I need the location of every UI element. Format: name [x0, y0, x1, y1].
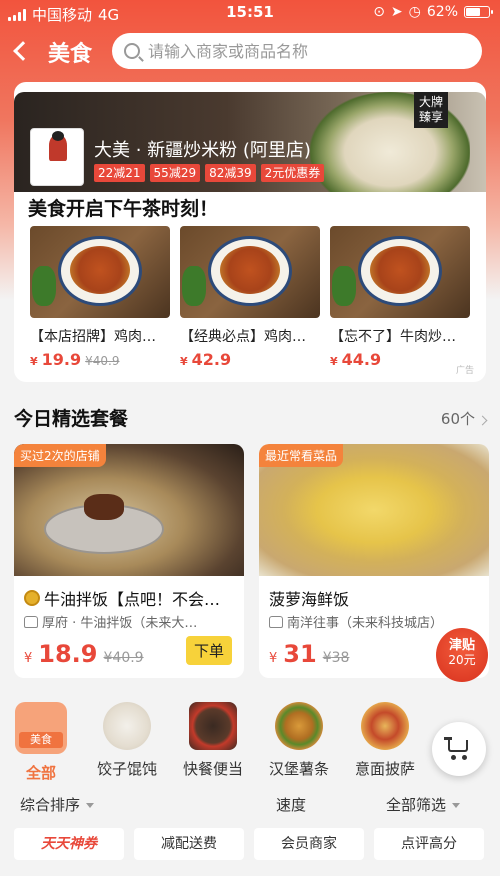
- dish-item[interactable]: 【经典必点】鸡肉… ¥42.9: [180, 226, 320, 369]
- dish-item[interactable]: 【本店招牌】鸡肉… ¥19.9 ¥40.9: [30, 226, 170, 369]
- meal-old-price: ¥38: [322, 650, 350, 666]
- category-dumplings[interactable]: 饺子馄饨: [92, 702, 162, 779]
- back-button[interactable]: [10, 38, 34, 66]
- caret-down-icon: [452, 803, 461, 808]
- search-icon: [124, 43, 140, 59]
- dish-image: [180, 226, 320, 318]
- coupon-tag: 2元优惠券: [260, 164, 325, 182]
- coupon-tag: 22减21: [94, 164, 145, 182]
- meal-card[interactable]: 买过2次的店铺 牛油拌饭【点吧！不会… 厚府 · 牛油拌饭（未来大… ¥18.9…: [14, 444, 244, 678]
- filter-chip-rating[interactable]: 点评高分: [374, 828, 484, 860]
- section-more-link[interactable]: 60个: [441, 408, 488, 429]
- category-burger[interactable]: 汉堡薯条: [264, 702, 334, 779]
- meal-name: 牛油拌饭【点吧！不会…: [24, 586, 220, 610]
- subsidy-badge[interactable]: 津贴 20元: [436, 628, 488, 682]
- search-input[interactable]: [148, 41, 448, 61]
- category-all[interactable]: 美食 全部: [6, 702, 76, 783]
- store-logo: [30, 128, 84, 186]
- nav-bar: 美食: [0, 32, 500, 72]
- back-arrow-icon: [13, 41, 33, 61]
- battery-percent: 62%: [426, 4, 458, 20]
- dish-name: 【经典必点】鸡肉…: [180, 329, 306, 345]
- meal-shop: 南洋往事（未来科技城店）: [269, 612, 443, 631]
- store-banner[interactable]: 大牌臻享 大美 · 新疆炒米粉 (阿里店) 22减21 55减29 82减39 …: [14, 92, 486, 202]
- coupon-tag: 82减39: [205, 164, 256, 182]
- meal-shop: 厚府 · 牛油拌饭（未来大…: [24, 612, 197, 631]
- category-row: 美食 全部 饺子馄饨 快餐便当 汉堡薯条 意面披萨: [0, 702, 500, 782]
- filter-chip-coupon[interactable]: 天天神券: [14, 828, 124, 860]
- caret-down-icon: [86, 803, 95, 808]
- category-pizza[interactable]: 意面披萨: [350, 702, 420, 779]
- promo-card[interactable]: 大牌臻享 大美 · 新疆炒米粉 (阿里店) 22减21 55减29 82减39 …: [14, 82, 486, 382]
- brand-badge: 大牌臻享: [414, 92, 448, 128]
- location-icon: ➤: [390, 4, 403, 20]
- dish-price: ¥44.9: [330, 350, 382, 369]
- sort-bar: 综合排序 速度 全部筛选: [0, 794, 500, 818]
- page-title: 美食: [48, 42, 93, 67]
- filter-chip-delivery[interactable]: 减配送费: [134, 828, 244, 860]
- dish-price: ¥19.9 ¥40.9: [30, 350, 120, 369]
- bento-icon: [189, 702, 237, 750]
- chevron-right-icon: [477, 415, 488, 426]
- section-title: 今日精选套餐: [14, 408, 129, 430]
- food-all-icon: 美食: [15, 702, 67, 754]
- dish-image: [30, 226, 170, 318]
- cart-button[interactable]: [432, 722, 486, 776]
- ad-label: 广告: [455, 366, 474, 376]
- shop-icon: [24, 615, 38, 628]
- burger-icon: [275, 702, 323, 750]
- sort-filter[interactable]: 全部筛选: [386, 794, 461, 815]
- alarm-icon: ◷: [408, 4, 421, 20]
- status-bar: 中国移动 4G 15:51 ⊙ ➤ ◷ 62%: [0, 0, 500, 26]
- lock-rotation-icon: ⊙: [373, 4, 385, 20]
- battery-icon: [464, 6, 493, 18]
- dish-list: 【本店招牌】鸡肉… ¥19.9 ¥40.9 【经典必点】鸡肉… ¥42.9 【忘…: [30, 226, 470, 369]
- sort-speed[interactable]: 速度: [276, 794, 306, 815]
- dish-item[interactable]: 【忘不了】牛肉炒… ¥44.9: [330, 226, 470, 369]
- dish-name: 【本店招牌】鸡肉…: [30, 329, 156, 345]
- meal-old-price: ¥40.9: [103, 650, 144, 666]
- meal-price: ¥18.9 ¥40.9: [24, 640, 144, 668]
- dish-image: [330, 226, 470, 318]
- search-bar[interactable]: [112, 33, 482, 69]
- filter-chips: 天天神券 减配送费 会员商家 点评高分: [14, 828, 484, 860]
- pizza-icon: [361, 702, 409, 750]
- category-bento[interactable]: 快餐便当: [178, 702, 248, 779]
- meal-name: 菠萝海鲜饭: [269, 590, 350, 609]
- list-start: [0, 876, 500, 888]
- coupon-tags: 22减21 55减29 82减39 2元优惠券: [94, 164, 325, 182]
- promo-headline: 美食开启下午茶时刻！: [28, 198, 219, 220]
- shop-icon: [269, 615, 283, 628]
- meal-badge: 买过2次的店铺: [14, 444, 106, 467]
- dish-price: ¥42.9: [180, 350, 232, 369]
- dish-name: 【忘不了】牛肉炒…: [330, 329, 456, 345]
- meal-badge: 最近常看菜品: [259, 444, 344, 467]
- sort-overall[interactable]: 综合排序: [20, 794, 95, 815]
- medal-icon: [24, 590, 40, 606]
- coupon-tag: 55减29: [149, 164, 201, 182]
- meal-price: ¥31 ¥38: [269, 640, 350, 668]
- dumpling-icon: [103, 702, 151, 750]
- order-button[interactable]: 下单: [185, 636, 232, 665]
- dish-old-price: ¥40.9: [85, 354, 120, 368]
- filter-chip-member[interactable]: 会员商家: [254, 828, 364, 860]
- store-name[interactable]: 大美 · 新疆炒米粉 (阿里店): [94, 136, 311, 162]
